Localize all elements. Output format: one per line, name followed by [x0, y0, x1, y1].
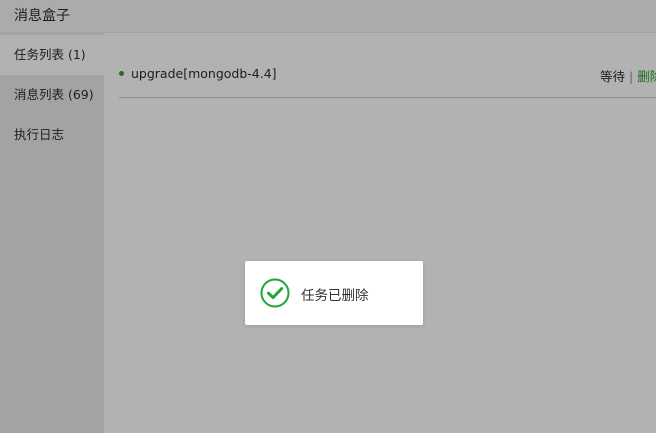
- sidebar-item-label: 消息列表 (69): [14, 87, 94, 102]
- task-row: upgrade[mongodb-4.4] 等待 | 删除: [119, 58, 656, 98]
- main-panel: upgrade[mongodb-4.4] 等待 | 删除: [104, 33, 656, 433]
- task-name: upgrade[mongodb-4.4]: [131, 66, 277, 81]
- page-title: 消息盒子: [14, 8, 70, 24]
- task-status: 等待: [600, 69, 626, 84]
- status-dot-icon: [119, 71, 124, 76]
- sidebar-item-label: 任务列表 (1): [14, 47, 86, 62]
- delete-task-link[interactable]: 删除: [637, 69, 656, 84]
- sidebar: 任务列表 (1) 消息列表 (69) 执行日志: [0, 33, 104, 433]
- task-actions: 等待 | 删除: [600, 66, 656, 85]
- sidebar-item-task-list[interactable]: 任务列表 (1): [0, 35, 104, 75]
- sidebar-item-message-list[interactable]: 消息列表 (69): [0, 75, 104, 115]
- sidebar-item-label: 执行日志: [14, 127, 65, 142]
- sidebar-item-execution-log[interactable]: 执行日志: [0, 115, 104, 155]
- task-separator: |: [629, 69, 634, 84]
- app-header: 消息盒子: [0, 0, 656, 33]
- check-circle-icon: [260, 278, 290, 308]
- toast-text: 任务已删除: [301, 288, 369, 304]
- toast-message: 任务已删除: [245, 261, 423, 325]
